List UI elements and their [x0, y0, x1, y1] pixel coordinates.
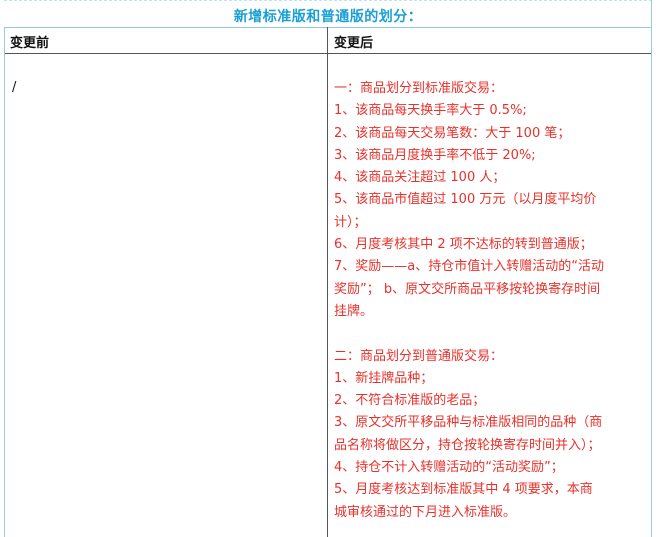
- rule-line: 挂牌。: [334, 303, 374, 319]
- after-cell-content: 一：商品划分到标准版交易： 1、该商品每天换手率大于 0.5%; 2、该商品每天…: [334, 78, 646, 524]
- column-divider: [327, 27, 328, 537]
- rule-line: 3、原文交所平移品种与标准版相同的品种（商: [334, 415, 603, 431]
- rule-change-table: 新增标准版和普通版的划分： 变更前 变更后 / 一：商品划分到标准版交易： 1、…: [0, 0, 656, 537]
- rule-line: 3、该商品月度换手率不低于 20%;: [334, 147, 536, 163]
- rule-line: 2、该商品每天交易笔数：大于 100 笔；: [334, 125, 571, 141]
- before-cell-value: /: [12, 80, 17, 95]
- rule-line: 7、奖励——a、持仓市值计入转赠活动的“活动: [334, 259, 604, 275]
- rule-line: 二：商品划分到普通版交易：: [334, 348, 504, 364]
- rule-line: 品名称将做区分，持仓按轮换寄存时间并入）；: [334, 437, 601, 453]
- rule-line: 计）；: [334, 214, 367, 230]
- rule-line: 5、该商品市值超过 100 万元（以月度平均价: [334, 192, 597, 208]
- header-after: 变更后: [334, 36, 374, 51]
- rule-line: 1、该商品每天换手率大于 0.5%;: [334, 103, 527, 119]
- rule-line: 城审核通过的下月进入标准版。: [334, 504, 517, 520]
- table-right-border: [651, 0, 652, 537]
- rule-line: 奖励”； b、原文交所商品平移按轮换寄存时间: [334, 281, 601, 297]
- header-before: 变更前: [10, 36, 50, 51]
- table-title-row: 新增标准版和普通版的划分：: [4, 0, 652, 28]
- table-header-row: 变更前 变更后: [4, 27, 652, 54]
- table-title: 新增标准版和普通版的划分：: [233, 9, 423, 25]
- rule-line: 5、月度考核达到标准版其中 4 项要求，本商: [334, 482, 593, 498]
- rule-line: 6、月度考核其中 2 项不达标的转到普通版；: [334, 237, 593, 253]
- rule-line: 1、新挂牌品种；: [334, 370, 434, 386]
- table-left-border: [4, 27, 5, 537]
- rule-line: 一：商品划分到标准版交易：: [334, 81, 504, 96]
- rule-line: 4、持仓不计入转赠活动的“活动奖励”；: [334, 460, 564, 476]
- rule-line: 2、不符合标准版的老品；: [334, 393, 486, 409]
- rule-line: 4、该商品关注超过 100 人；: [334, 170, 506, 186]
